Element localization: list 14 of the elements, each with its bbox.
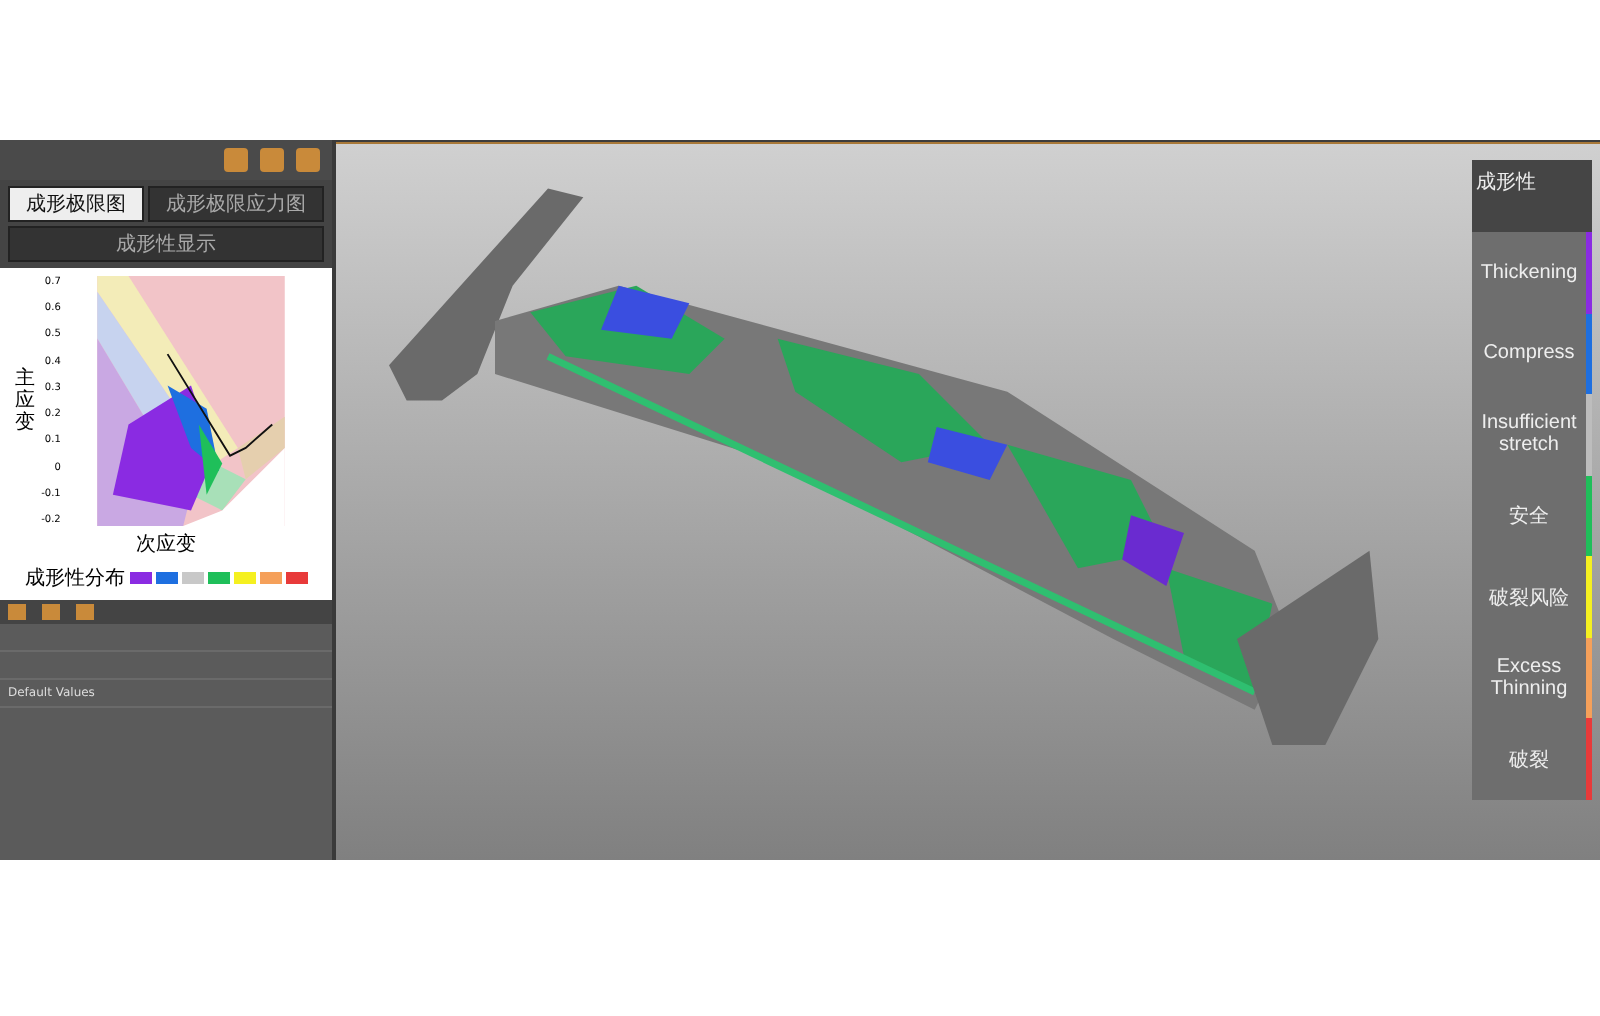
legend-label: Insufficient stretch bbox=[1479, 412, 1579, 457]
legend-label: 破裂风险 bbox=[1487, 585, 1571, 612]
panel-tab[interactable]: 成形性显示 bbox=[8, 226, 324, 262]
legend-label: 安全 bbox=[1507, 503, 1551, 531]
axis-label: 主应变 bbox=[15, 368, 36, 434]
axis-label: 次应变 bbox=[136, 531, 196, 558]
legend-label: Thickening bbox=[1478, 261, 1580, 284]
legend-title: 成形性 bbox=[1472, 160, 1592, 232]
legend-label: 成形性分布 bbox=[25, 565, 125, 592]
legend-label: Excess Thinning bbox=[1488, 656, 1570, 701]
legend-label: 破裂 bbox=[1507, 747, 1551, 774]
legend-label: Compress bbox=[1481, 342, 1577, 365]
panel-tab[interactable]: 成形极限应力图 bbox=[148, 186, 324, 222]
panel-tab[interactable]: 成形极限图 bbox=[8, 186, 144, 222]
